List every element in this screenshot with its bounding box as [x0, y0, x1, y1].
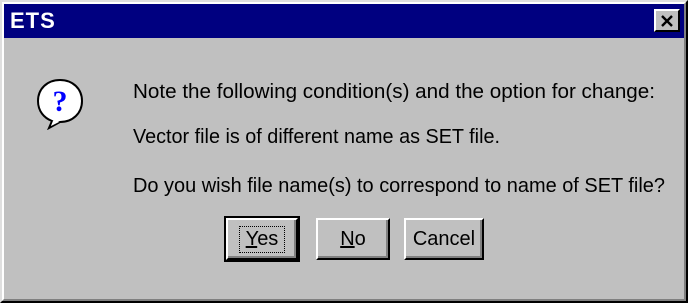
title-bar[interactable]: ETS — [4, 4, 684, 38]
window-title: ETS — [10, 8, 56, 33]
message-line-detail: Vector file is of different name as SET … — [133, 126, 500, 148]
cancel-label: Cancel — [412, 227, 476, 250]
yes-button-focus: Yes — [238, 225, 286, 253]
yes-button[interactable]: Yes — [224, 216, 300, 262]
message-line-question: Do you wish file name(s) to correspond t… — [133, 175, 665, 197]
svg-text:?: ? — [53, 85, 68, 118]
close-icon — [661, 14, 673, 27]
message-line-condition: Note the following condition(s) and the … — [133, 81, 655, 103]
message-dialog: ETS ? Note the following condition(s) an… — [0, 0, 688, 303]
close-button[interactable] — [654, 9, 680, 32]
no-button[interactable]: No — [316, 218, 390, 260]
yes-mnemonic: Y — [245, 227, 258, 250]
question-icon: ? — [36, 78, 84, 130]
cancel-button[interactable]: Cancel — [404, 218, 484, 260]
no-label-rest: o — [354, 227, 366, 250]
yes-label-rest: es — [257, 227, 279, 250]
no-mnemonic: N — [340, 227, 355, 250]
